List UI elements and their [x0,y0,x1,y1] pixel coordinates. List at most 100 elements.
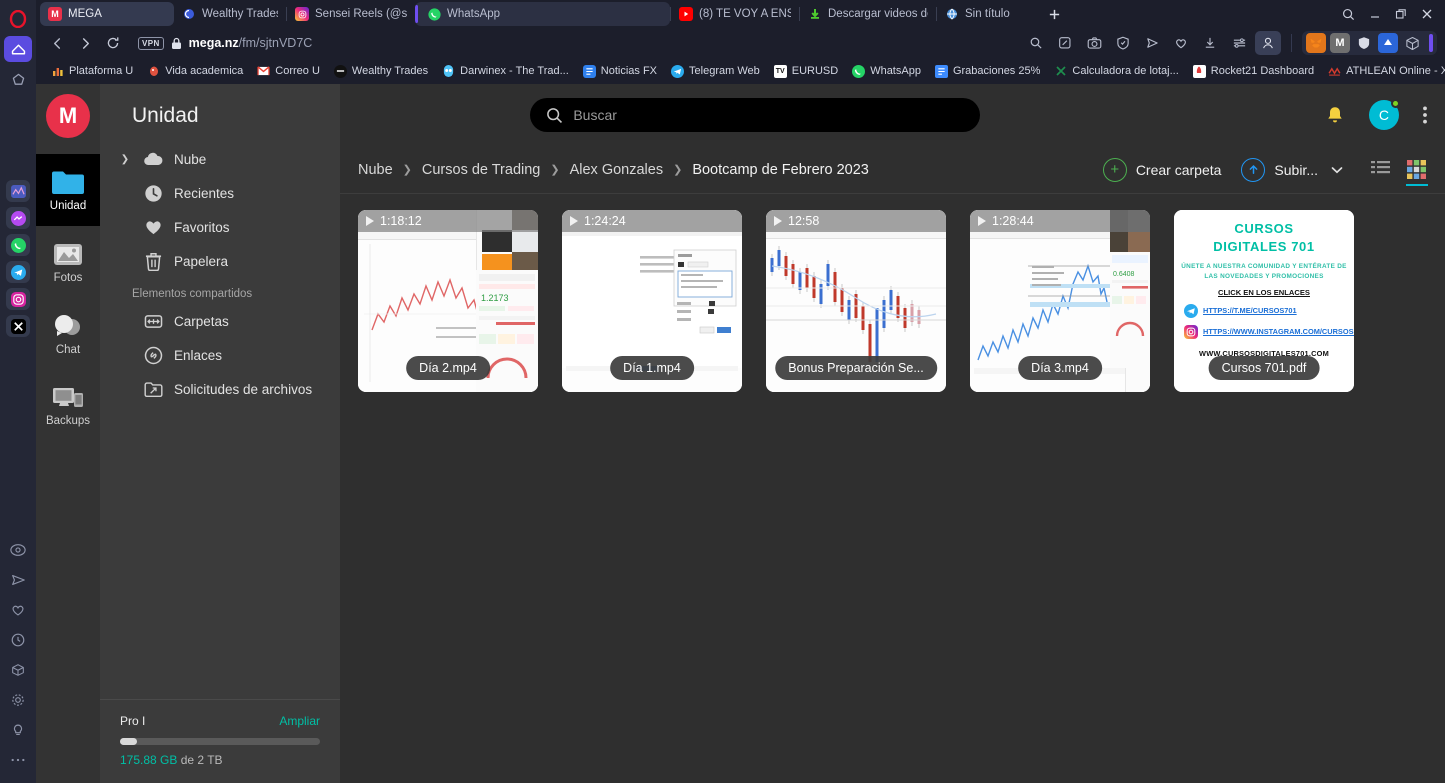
lightbulb-icon[interactable] [4,717,32,743]
gear-icon[interactable] [4,687,32,713]
mega-rail-item-backups[interactable]: Backups [36,370,100,442]
bell-icon[interactable] [1325,105,1345,126]
breadcrumb-item-cursos-de-trading[interactable]: Cursos de Trading [422,162,540,178]
metamask-icon[interactable] [1306,33,1326,53]
bookmark-darwinex[interactable]: Darwinex - The Trad... [435,61,576,81]
bookmark-rocket21[interactable]: Rocket21 Dashboard [1186,61,1321,81]
tab-descargar-videos[interactable]: Descargar videos de YouT [800,2,936,26]
file-card[interactable]: 0.6408 1:28:44 Día 3.mp4 [970,210,1150,392]
bookmark-plataforma-u[interactable]: Plataforma U [44,61,140,81]
easy-setup-icon[interactable] [1226,31,1252,55]
back-button[interactable] [44,31,70,55]
send-icon[interactable] [1139,31,1165,55]
file-thumbnail[interactable]: 1.2173 1:18:12 Día 2.mp4 [358,210,538,392]
whatsapp-icon[interactable] [6,234,30,256]
file-card[interactable]: CURSOS DIGITALES 701 ÚNETE A NUESTRA COM… [1174,210,1354,392]
sidebar-item-carpetas[interactable]: Carpetas [114,304,340,338]
url-text[interactable]: mega.nz/fm/sjtnVD7C [189,36,313,50]
file-thumbnail[interactable]: CURSOS DIGITALES 701 ÚNETE A NUESTRA COM… [1174,210,1354,392]
search-icon[interactable] [1342,8,1355,21]
music-player-icon[interactable] [6,180,30,202]
upload-button[interactable]: Subir... [1241,157,1343,182]
chevron-right-icon[interactable]: ❯ [118,154,132,165]
box-icon[interactable] [4,657,32,683]
mega-extension-icon[interactable]: M [1330,33,1350,53]
mega-rail-item-fotos[interactable]: Fotos [36,226,100,298]
star-pentagon-icon[interactable] [4,66,32,92]
more-dots-icon[interactable] [4,747,32,773]
x-twitter-icon[interactable] [6,315,30,337]
search-box[interactable] [530,98,981,132]
vpn-badge[interactable]: VPN [138,36,164,50]
snapshot-icon[interactable] [1052,31,1078,55]
sidebar-item-solicitudes[interactable]: Solicitudes de archivos [114,372,340,406]
bookmark-eurusd[interactable]: TV EURUSD [767,61,845,81]
brave-cube-icon[interactable] [1402,33,1422,53]
bookmark-correo-u[interactable]: Correo U [250,61,327,81]
file-thumbnail[interactable]: 12:58 Bonus Preparación Se... [766,210,946,392]
tab-sensei-reels[interactable]: Sensei Reels (@sensei_ree [287,2,415,26]
file-card[interactable]: 12:58 Bonus Preparación Se... [766,210,946,392]
bookmark-telegram-web[interactable]: Telegram Web [664,61,767,81]
opera-logo-icon[interactable] [4,6,32,32]
bookmark-grabaciones[interactable]: Grabaciones 25% [928,61,1047,81]
profile-icon[interactable] [1255,31,1281,55]
tab-sin-titulo[interactable]: Sin título [937,2,1019,26]
new-tab-button[interactable] [1043,3,1065,25]
camera-icon[interactable] [1081,31,1107,55]
file-card[interactable]: 1:24:24 Día 1.mp4 [562,210,742,392]
download-icon[interactable] [1197,31,1223,55]
bookmark-noticias-fx[interactable]: Noticias FX [576,61,664,81]
tab-mega[interactable]: M MEGA [40,2,174,26]
address-bar[interactable]: VPN mega.nz/fm/sjtnVD7C [138,36,312,50]
breadcrumb-item-bootcamp[interactable]: Bootcamp de Febrero 2023 [692,162,869,178]
messenger-icon[interactable] [6,207,30,229]
bookmark-whatsapp[interactable]: WhatsApp [845,61,928,81]
tab-youtube[interactable]: (8) TE VOY A ENSEÑAR LA [671,2,799,26]
close-icon[interactable] [1421,8,1433,20]
reload-button[interactable] [100,31,126,55]
grammarly-icon[interactable] [1378,33,1398,53]
mega-logo-icon[interactable]: M [46,94,90,138]
player-icon[interactable] [4,537,32,563]
send-icon[interactable] [4,567,32,593]
kebab-menu-icon[interactable] [1423,106,1427,124]
file-thumbnail[interactable]: 0.6408 1:28:44 Día 3.mp4 [970,210,1150,392]
telegram-icon[interactable] [6,261,30,283]
breadcrumb-item-alex-gonzales[interactable]: Alex Gonzales [570,162,664,178]
bookmark-calculadora[interactable]: Calculadora de lotaj... [1047,61,1185,81]
bookmark-wealthy-trades[interactable]: Wealthy Trades [327,61,435,81]
minimize-icon[interactable] [1369,8,1381,20]
home-icon[interactable] [4,36,32,62]
sidebar-item-favoritos[interactable]: Favoritos [114,210,340,244]
file-thumbnail[interactable]: 1:24:24 Día 1.mp4 [562,210,742,392]
breadcrumb-item-nube[interactable]: Nube [358,162,393,178]
avatar[interactable]: C [1368,99,1400,130]
heart-icon[interactable] [1168,31,1194,55]
tab-whatsapp[interactable]: WhatsApp [415,2,670,26]
sidebar-item-enlaces[interactable]: Enlaces [114,338,340,372]
tab-wealthy-trades[interactable]: Wealthy Trades - La Logic [174,2,286,26]
shield-badge-icon[interactable] [1110,31,1136,55]
storage-upgrade-link[interactable]: Ampliar [279,714,320,728]
grid-view-icon[interactable] [1406,159,1428,186]
bookmark-vida-academica[interactable]: Vida academica [140,61,250,81]
mega-rail-item-unidad[interactable]: Unidad [36,154,100,226]
bookmark-athlean[interactable]: ATHLEAN Online - X... [1321,61,1445,81]
search-input[interactable] [573,107,965,123]
search-page-icon[interactable] [1023,31,1049,55]
history-clock-icon[interactable] [4,627,32,653]
sidebar-item-papelera[interactable]: Papelera [114,244,340,278]
chevron-down-icon[interactable] [1331,166,1343,174]
sidebar-item-nube[interactable]: ❯ Nube [114,142,340,176]
create-folder-button[interactable]: + Crear carpeta [1102,157,1221,182]
list-view-icon[interactable] [1371,160,1391,180]
restore-icon[interactable] [1395,8,1407,20]
file-card[interactable]: 1.2173 1:18:12 Día 2.mp4 [358,210,538,392]
mega-rail-item-chat[interactable]: Chat [36,298,100,370]
heart-icon[interactable] [4,597,32,623]
forward-button[interactable] [72,31,98,55]
adblock-shield-icon[interactable] [1354,33,1374,53]
instagram-icon[interactable] [6,288,30,310]
sidebar-item-recientes[interactable]: Recientes [114,176,340,210]
